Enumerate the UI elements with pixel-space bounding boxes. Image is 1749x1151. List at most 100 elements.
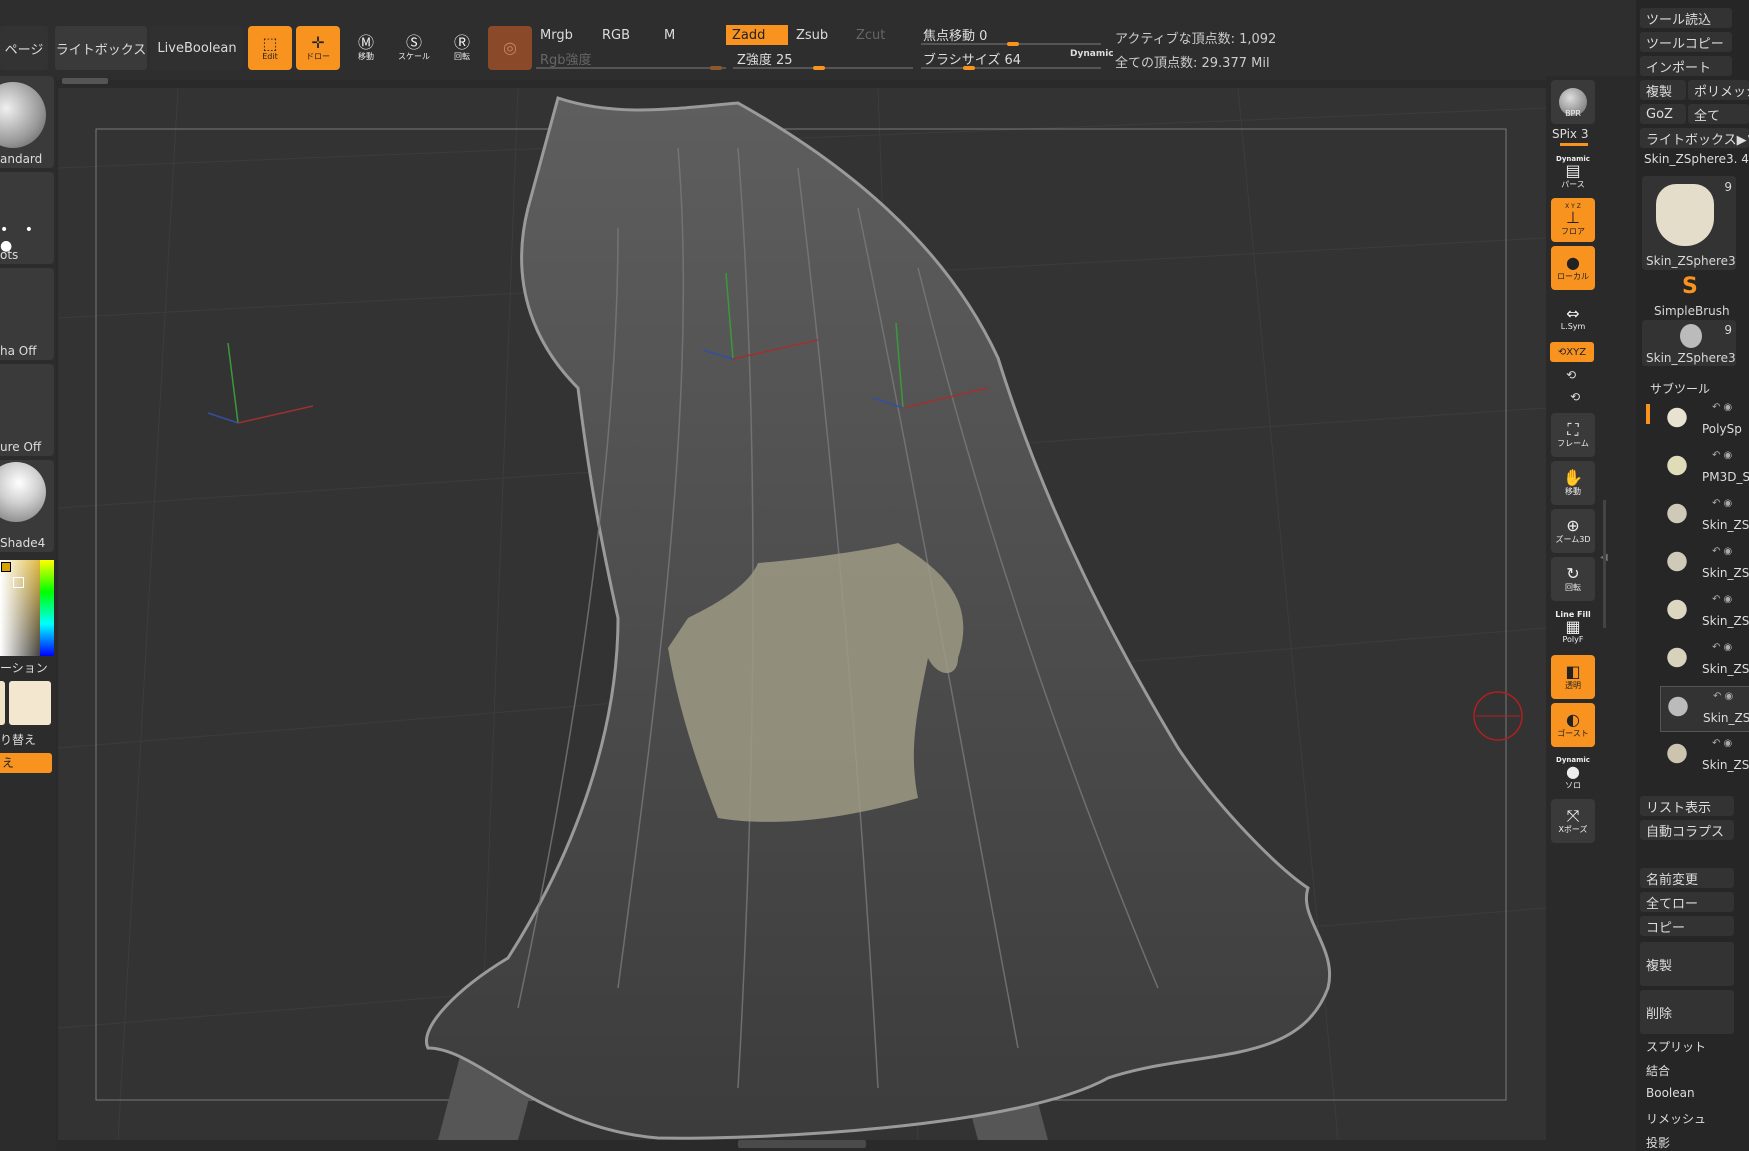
right-scrollbar[interactable]: [1603, 500, 1606, 628]
move-button[interactable]: Ⓜ 移動: [344, 26, 388, 70]
visibility-toggle-icon[interactable]: ↶ ◉: [1713, 691, 1733, 702]
subtool-item[interactable]: ↶ ◉ Skin_ZS: [1660, 494, 1749, 538]
subtool-item[interactable]: ↶ ◉ Skin_ZS: [1660, 734, 1749, 778]
xyz-button[interactable]: ⟲ XYZ: [1550, 342, 1594, 362]
spix-slider[interactable]: [1560, 143, 1588, 146]
focal-shift-knob[interactable]: [1007, 42, 1019, 46]
subtool-item[interactable]: ↶ ◉ Skin_ZS: [1660, 638, 1749, 682]
brush-size-knob[interactable]: [963, 66, 975, 70]
zadd-mode[interactable]: Zadd: [726, 25, 788, 45]
zsub-mode[interactable]: Zsub: [790, 25, 848, 45]
load-tool-button[interactable]: ツール読込: [1640, 8, 1732, 28]
color-main-marker[interactable]: [1, 562, 11, 572]
zoom3d-button[interactable]: ⊕ ズーム3D: [1551, 509, 1595, 553]
clone-tool-button[interactable]: 複製: [1640, 80, 1686, 100]
scroll-indicator[interactable]: [62, 78, 108, 84]
material-slot[interactable]: Shade4: [0, 460, 54, 552]
rotate-view-button[interactable]: ↻ 回転: [1551, 557, 1595, 601]
z-intensity-slider[interactable]: [733, 66, 913, 70]
visibility-toggle-icon[interactable]: ↶ ◉: [1712, 546, 1732, 557]
switch-color-label[interactable]: り替え: [0, 731, 36, 748]
scale-button[interactable]: Ⓢ スケール: [392, 26, 436, 70]
remesh-section[interactable]: リメッシュ: [1646, 1110, 1706, 1127]
edit-button[interactable]: ⬚ Edit: [248, 26, 292, 70]
tool-thumbnail-2[interactable]: S SimpleBrush: [1642, 274, 1736, 318]
rotate-button[interactable]: Ⓡ 回転: [440, 26, 484, 70]
visibility-toggle-icon[interactable]: ↶ ◉: [1712, 402, 1732, 413]
visibility-toggle-icon[interactable]: ↶ ◉: [1712, 642, 1732, 653]
merge-section[interactable]: 結合: [1646, 1062, 1670, 1079]
clear-color-button[interactable]: え: [0, 753, 52, 773]
list-view-button[interactable]: リスト表示: [1640, 796, 1734, 816]
tool-thumbnail-1[interactable]: 9 Skin_ZSphere3: [1642, 176, 1736, 270]
ghost-button[interactable]: ◐ ゴースト: [1551, 703, 1595, 747]
zcut-mode[interactable]: Zcut: [850, 25, 910, 45]
viewport-canvas[interactable]: [58, 88, 1546, 1140]
texture-slot[interactable]: ure Off: [0, 364, 54, 456]
stroke-slot[interactable]: • • ● ots: [0, 172, 54, 264]
y-rotate-icon[interactable]: ⟲: [1566, 368, 1576, 382]
make-polymesh-button[interactable]: ポリメッシ: [1688, 80, 1749, 100]
goz-button[interactable]: GoZ: [1640, 104, 1686, 124]
lightbox-tools-button[interactable]: ライトボックス▶ツ: [1640, 128, 1749, 148]
rgb-mode[interactable]: RGB: [596, 25, 654, 45]
spix-label[interactable]: SPix 3: [1552, 127, 1588, 141]
focal-shift-slider[interactable]: [921, 42, 1101, 46]
all-low-button[interactable]: 全てロー: [1640, 892, 1734, 912]
primary-color-swatch[interactable]: [0, 681, 5, 725]
project-section[interactable]: 投影: [1646, 1134, 1670, 1151]
transparency-button[interactable]: ◧ 透明: [1551, 655, 1595, 699]
page-tab[interactable]: ページ: [0, 26, 48, 70]
alpha-slot[interactable]: ha Off: [0, 268, 54, 360]
rename-button[interactable]: 名前変更: [1640, 868, 1734, 888]
subtool-item[interactable]: ↶ ◉ PM3D_Sp: [1660, 446, 1749, 490]
color-hue-strip[interactable]: [40, 560, 54, 656]
subtool-item[interactable]: ↶ ◉ PolySp: [1660, 398, 1749, 442]
z-intensity-knob[interactable]: [813, 66, 825, 70]
rgb-intensity-slider[interactable]: [536, 66, 726, 70]
copy-tool-button[interactable]: ツールコピー: [1640, 32, 1732, 52]
color-picker[interactable]: [0, 560, 54, 656]
brush-size-slider[interactable]: [921, 66, 1101, 70]
dynamic-toggle[interactable]: Dynamic: [1070, 49, 1114, 59]
import-button[interactable]: インポート: [1640, 56, 1732, 76]
subtool-item[interactable]: ↶ ◉ Skin_ZS: [1660, 590, 1749, 634]
move-view-button[interactable]: ✋ 移動: [1551, 461, 1595, 505]
subtool-item[interactable]: ↶ ◉ Skin_ZS: [1660, 542, 1749, 586]
subtool-item[interactable]: ↶ ◉ Skin_ZS: [1660, 686, 1749, 732]
secondary-color-swatch[interactable]: [9, 681, 51, 725]
boolean-section[interactable]: Boolean: [1646, 1086, 1695, 1100]
perspective-button[interactable]: Dynamic ▤ パース: [1551, 150, 1595, 194]
split-section[interactable]: スプリット: [1646, 1038, 1706, 1055]
goz-all-button[interactable]: 全て: [1688, 104, 1749, 124]
visibility-toggle-icon[interactable]: ↶ ◉: [1712, 738, 1732, 749]
color-picker-marker[interactable]: [13, 577, 24, 588]
subtool-header[interactable]: サブツール: [1650, 380, 1710, 397]
delete-subtool-button[interactable]: 削除: [1640, 990, 1734, 1034]
local-button[interactable]: ● ローカル: [1551, 246, 1595, 290]
visibility-toggle-icon[interactable]: ↶ ◉: [1712, 450, 1732, 461]
polyf-button[interactable]: Line Fill ▦ PolyF: [1551, 605, 1595, 649]
liveboolean-button[interactable]: LiveBoolean: [151, 26, 243, 70]
draw-button[interactable]: ✛ ドロー: [296, 26, 340, 70]
material-swatch-button[interactable]: ◎: [488, 26, 532, 70]
mrgb-mode[interactable]: Mrgb: [534, 25, 594, 45]
tool-thumbnail-3[interactable]: 9 Skin_ZSphere3: [1642, 320, 1736, 366]
solo-button[interactable]: Dynamic ● ソロ: [1551, 751, 1595, 795]
xpose-button[interactable]: ⤧ Xポーズ: [1551, 799, 1595, 843]
bottom-tray-toggle[interactable]: [738, 1140, 866, 1148]
rgb-intensity-knob[interactable]: [710, 66, 722, 70]
lightbox-button[interactable]: ライトボックス: [55, 26, 147, 70]
lsym-button[interactable]: ⇔ L.Sym: [1551, 296, 1595, 340]
z-rotate-icon[interactable]: ⟲: [1570, 390, 1580, 404]
copy-subtool-button[interactable]: コピー: [1640, 916, 1734, 936]
auto-collapse-button[interactable]: 自動コラプス: [1640, 820, 1734, 840]
frame-button[interactable]: ⛶ フレーム: [1551, 413, 1595, 457]
brush-slot[interactable]: andard: [0, 76, 54, 168]
visibility-toggle-icon[interactable]: ↶ ◉: [1712, 498, 1732, 509]
floor-button[interactable]: X Y Z ⊥ フロア: [1551, 198, 1595, 242]
visibility-toggle-icon[interactable]: ↶ ◉: [1712, 594, 1732, 605]
bpr-button[interactable]: BPR: [1551, 80, 1595, 124]
duplicate-subtool-button[interactable]: 複製: [1640, 942, 1734, 986]
m-mode[interactable]: M: [658, 25, 726, 45]
